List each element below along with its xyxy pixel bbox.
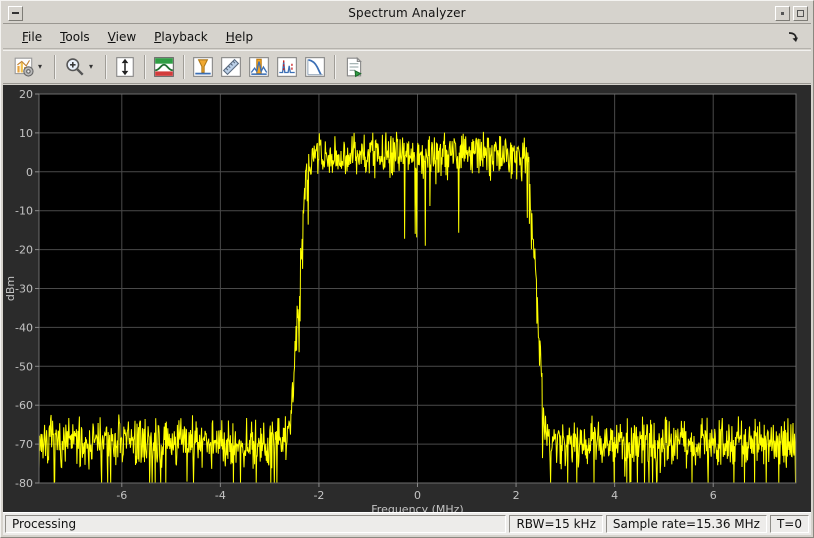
y-axis-label: dBm bbox=[4, 276, 17, 301]
svg-text:6: 6 bbox=[710, 489, 717, 502]
toolbar-separator bbox=[334, 55, 335, 79]
minimize-button[interactable] bbox=[775, 6, 790, 21]
config-chart-gear-icon bbox=[13, 56, 35, 78]
svg-text:-70: -70 bbox=[15, 438, 33, 451]
distortion-measurements-icon bbox=[276, 56, 298, 78]
ccdf-measurements-button[interactable] bbox=[302, 54, 328, 80]
svg-text:-10: -10 bbox=[15, 205, 33, 218]
window-menu-icon bbox=[12, 12, 19, 14]
svg-text:-20: -20 bbox=[15, 244, 33, 257]
svg-text:-4: -4 bbox=[215, 489, 226, 502]
scale-y-axis-button[interactable] bbox=[112, 54, 138, 80]
svg-text:-80: -80 bbox=[15, 477, 33, 490]
generate-script-button[interactable] bbox=[341, 54, 367, 80]
toolbar-separator bbox=[144, 55, 145, 79]
window-title: Spectrum Analyzer bbox=[3, 6, 811, 20]
ccdf-curve-icon bbox=[304, 56, 326, 78]
svg-text:2: 2 bbox=[513, 489, 520, 502]
svg-text:10: 10 bbox=[19, 127, 33, 140]
spectrum-analyzer-window: Spectrum Analyzer FileToolsViewPlaybackH… bbox=[0, 0, 814, 538]
svg-text:0: 0 bbox=[414, 489, 421, 502]
peak-finder-icon bbox=[248, 56, 270, 78]
status-bar: Processing RBW=15 kHz Sample rate=15.36 … bbox=[3, 512, 811, 535]
configuration-properties-button[interactable]: ▾ bbox=[10, 54, 48, 80]
dock-button[interactable] bbox=[785, 29, 801, 45]
channel-measurements-icon bbox=[192, 56, 214, 78]
spectrum-plot-area[interactable]: -6-4-2024620100-10-20-30-40-50-60-70-80F… bbox=[3, 85, 811, 512]
peak-finder-button[interactable] bbox=[246, 54, 272, 80]
menu-item-help[interactable]: Help bbox=[217, 27, 262, 47]
status-message: Processing bbox=[5, 515, 506, 533]
fit-vertical-icon bbox=[114, 56, 136, 78]
rbw-field: RBW=15 kHz bbox=[509, 515, 602, 533]
svg-text:-2: -2 bbox=[313, 489, 324, 502]
menu-item-file[interactable]: File bbox=[13, 27, 51, 47]
script-run-icon bbox=[343, 56, 365, 78]
svg-text:-50: -50 bbox=[15, 360, 33, 373]
spectrum-settings-icon bbox=[153, 56, 175, 78]
ruler-icon bbox=[220, 56, 242, 78]
svg-text:-40: -40 bbox=[15, 321, 33, 334]
sample-rate-field: Sample rate=15.36 MHz bbox=[606, 515, 767, 533]
time-field: T=0 bbox=[770, 515, 809, 533]
svg-text:20: 20 bbox=[19, 88, 33, 101]
distortion-measurements-button[interactable] bbox=[274, 54, 300, 80]
spectrum-settings-button[interactable] bbox=[151, 54, 177, 80]
toolbar-separator bbox=[183, 55, 184, 79]
menu-item-view[interactable]: View bbox=[99, 27, 145, 47]
menu-bar: FileToolsViewPlaybackHelp bbox=[3, 25, 811, 49]
toolbar-separator bbox=[105, 55, 106, 79]
channel-measurements-button[interactable] bbox=[190, 54, 216, 80]
title-bar[interactable]: Spectrum Analyzer bbox=[3, 3, 811, 24]
svg-text:4: 4 bbox=[611, 489, 618, 502]
zoom-button[interactable]: ▾ bbox=[61, 54, 99, 80]
maximize-button[interactable] bbox=[793, 6, 808, 21]
svg-text:-30: -30 bbox=[15, 283, 33, 296]
maximize-icon bbox=[797, 10, 804, 17]
zoom-in-icon bbox=[64, 56, 86, 78]
svg-text:-60: -60 bbox=[15, 399, 33, 412]
menu-item-tools[interactable]: Tools bbox=[51, 27, 99, 47]
cursor-measurements-button[interactable] bbox=[218, 54, 244, 80]
svg-text:-6: -6 bbox=[116, 489, 127, 502]
window-menu-button[interactable] bbox=[8, 6, 23, 21]
toolbar-separator bbox=[54, 55, 55, 79]
x-axis-label: Frequency (MHz) bbox=[371, 503, 463, 512]
toolbar: ▾▾ bbox=[3, 50, 811, 84]
minimize-icon bbox=[781, 12, 784, 15]
dropdown-arrow-icon[interactable]: ▾ bbox=[38, 62, 42, 71]
svg-text:0: 0 bbox=[26, 166, 33, 179]
dropdown-arrow-icon[interactable]: ▾ bbox=[89, 62, 93, 71]
menu-item-playback[interactable]: Playback bbox=[145, 27, 217, 47]
dock-arrow-icon bbox=[786, 30, 800, 44]
